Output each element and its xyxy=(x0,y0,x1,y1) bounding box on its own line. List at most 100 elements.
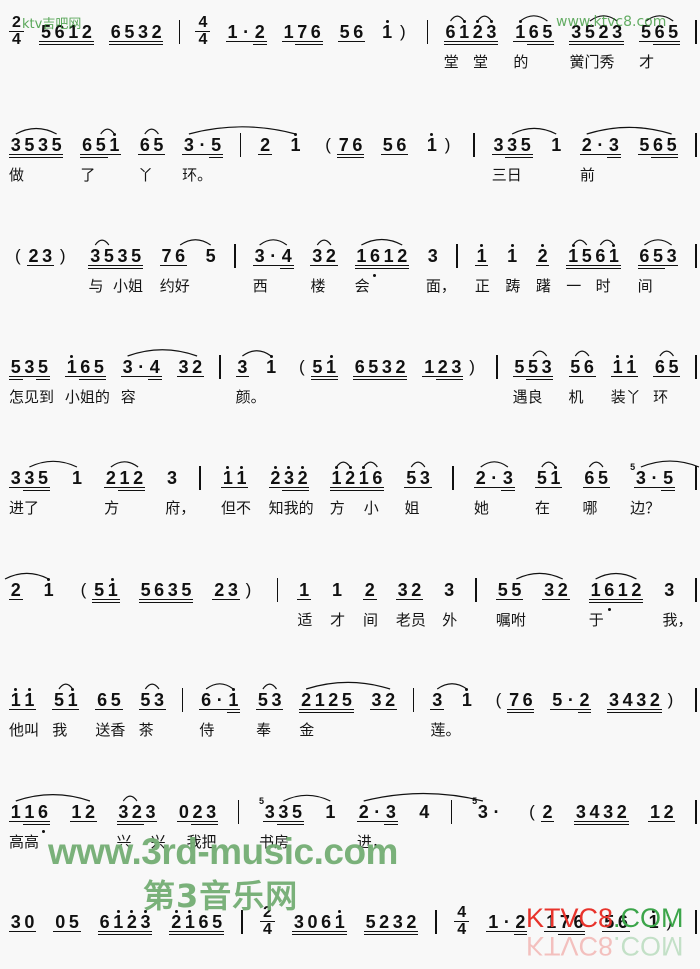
note: 2 xyxy=(648,690,662,714)
note: 3 xyxy=(204,802,218,826)
parenthesis-open: ( xyxy=(529,802,535,821)
score-line: 3 3 5 进了 1 2 1 2 方 3 府， 1 1 但不 2 3 2 知我的 1 2 1 6 方 小 5 3 姐 2 · 3 她 5 1 在… xyxy=(9,456,700,520)
note: 2 xyxy=(356,802,371,822)
time-signature-unit: 4 xyxy=(12,31,21,48)
note: 4 xyxy=(147,357,162,381)
slur xyxy=(15,794,91,802)
octave-dot-high xyxy=(329,355,333,358)
note-group: 5 3 5 怎见到 xyxy=(9,357,54,405)
note: 1 xyxy=(566,244,580,270)
octave-dot-high xyxy=(462,20,466,23)
notes: 1 · 2 xyxy=(486,912,527,936)
note: 5 xyxy=(540,22,554,46)
note: 1 xyxy=(226,688,240,714)
notes: 3 xyxy=(426,246,440,266)
slur xyxy=(586,126,672,135)
note: 5 xyxy=(151,135,165,155)
note: 5 xyxy=(92,580,106,604)
notes: 3 xyxy=(430,690,444,710)
note: 1 xyxy=(422,357,436,377)
notes: 65 xyxy=(582,468,610,488)
lyric: 姐 xyxy=(404,499,420,517)
slur xyxy=(205,683,234,690)
lyric: 侍 xyxy=(199,721,215,739)
notes: 11 xyxy=(610,355,638,377)
notes: 335 xyxy=(9,468,50,492)
note: 3 xyxy=(539,357,554,381)
notes: 1 xyxy=(264,355,278,377)
note-group: 3 · 4 容 xyxy=(120,357,162,405)
note: 3 xyxy=(444,580,455,600)
barline xyxy=(218,355,221,379)
notes: 1612 xyxy=(354,246,409,277)
note-group: 3 我， xyxy=(662,580,692,628)
note-group: 5 5 嘱咐 xyxy=(495,580,526,628)
barline xyxy=(450,800,453,824)
note: 3 xyxy=(292,912,306,936)
octave-dot-high xyxy=(273,466,277,469)
note: 3 xyxy=(601,802,615,826)
slur xyxy=(144,128,159,135)
slur xyxy=(188,126,296,135)
barline xyxy=(435,910,437,934)
barline xyxy=(456,244,458,268)
notes: 3 · 4 xyxy=(252,246,294,270)
note-group: 3 莲。 xyxy=(430,690,460,738)
notes: 56 xyxy=(568,357,596,377)
note-group: 30 xyxy=(9,912,36,932)
parenthesis-close: ) xyxy=(667,690,674,709)
lyric: 会 xyxy=(354,277,370,295)
lyric: 容 xyxy=(120,388,136,406)
augmentation-dot: · xyxy=(195,135,210,155)
score-row: 3 5 3 5 做 6 5 1 了 6 5 丫 3 · 5 环。 2 1(7 6 5 6 1) 3 3 5 三日 1 2 · 3 前 5 6 5 xyxy=(9,133,697,183)
note: 2 xyxy=(212,580,226,600)
note: 5 xyxy=(209,135,223,159)
slur xyxy=(127,349,198,357)
note: 1 xyxy=(107,133,121,155)
augmentation-dot: · xyxy=(212,690,227,710)
note: 3 xyxy=(282,466,296,492)
notes: 1 · 2 xyxy=(225,22,267,46)
note-group: 1 xyxy=(289,133,303,155)
lyric: 莲。 xyxy=(430,721,461,739)
note: 5 xyxy=(495,580,510,600)
note-group: 1 xyxy=(70,468,84,488)
note: 2 xyxy=(268,466,282,488)
lyric: 做 xyxy=(9,166,25,184)
lyric: 楼 xyxy=(310,277,326,295)
octave-dot-low xyxy=(607,608,611,611)
note: 3 xyxy=(369,690,383,710)
barline xyxy=(426,20,429,44)
parenthesis-close: ) xyxy=(399,22,406,41)
octave-dot-high xyxy=(480,244,484,247)
notes: 176 xyxy=(281,22,323,46)
note: 5 xyxy=(67,912,81,932)
notes: 1 xyxy=(70,468,84,488)
note-group: 6532 xyxy=(108,22,163,46)
note: 1 xyxy=(281,22,296,42)
note: 2 xyxy=(363,580,377,600)
lyric: 边？ xyxy=(630,499,661,517)
note: 3 xyxy=(607,690,621,714)
note-group: 2 · 3 前 xyxy=(579,135,621,183)
notes: 6123 xyxy=(97,910,152,936)
note: 3 xyxy=(634,690,648,714)
note: 3 xyxy=(167,468,178,488)
score-line: 2 1(5 1 5 6 3 5 2 3) 1 适 1 才 2 间 3 2 老员 3 外 5 5 嘱咐 3 2 1 6 1 2 于 3 我， xyxy=(4,568,697,632)
note: 5 xyxy=(340,690,354,714)
slur xyxy=(516,572,564,580)
note: 1 xyxy=(22,688,36,710)
note: 1 xyxy=(607,244,621,270)
note: 1 xyxy=(22,802,36,826)
note: 6 xyxy=(352,357,367,381)
parenthesis-open: ( xyxy=(325,135,331,154)
augmentation-dot: · xyxy=(370,802,385,822)
barline xyxy=(451,466,454,490)
barline xyxy=(695,578,697,602)
note: 3 xyxy=(484,20,498,46)
note: 1 xyxy=(9,688,23,710)
note: 5 xyxy=(637,135,651,155)
note: 2 xyxy=(80,22,94,46)
octave-dot-high xyxy=(130,910,134,913)
note: 5 xyxy=(666,22,680,46)
